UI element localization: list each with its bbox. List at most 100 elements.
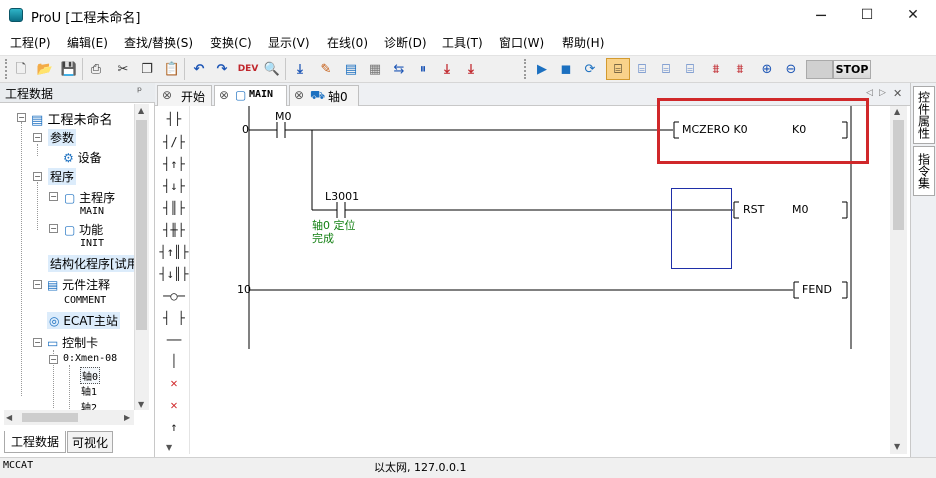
download-red2-icon[interactable]: ⤓ bbox=[461, 59, 481, 79]
redo-icon[interactable]: ↷ bbox=[212, 59, 232, 79]
tab-next-icon[interactable]: ▷ bbox=[879, 88, 886, 98]
grid-icon[interactable]: ▦ bbox=[365, 59, 385, 79]
menu-online[interactable]: 在线(0) bbox=[327, 34, 368, 51]
tools-icon[interactable]: ✎ bbox=[316, 59, 336, 79]
toolbar-grip[interactable] bbox=[5, 59, 8, 79]
scroll-down-arrow-icon[interactable]: ▼ bbox=[894, 442, 900, 451]
toolbar-grip[interactable] bbox=[524, 59, 527, 79]
zoom-in-icon[interactable]: ⊕ bbox=[757, 59, 777, 79]
stop-circle-icon[interactable]: ◼ bbox=[556, 59, 576, 79]
tab-main[interactable]: ⊗ ▢ MAIN bbox=[214, 85, 287, 108]
bottom-tab-visualization[interactable]: 可视化 bbox=[67, 431, 113, 453]
horizontal-line-icon[interactable]: ── bbox=[161, 331, 187, 349]
upload-icon[interactable]: ⤓ bbox=[290, 59, 310, 79]
tree-item-comments[interactable]: ▤ 元件注释 bbox=[47, 276, 110, 293]
expand-toggle[interactable]: − bbox=[33, 280, 42, 289]
find-icon[interactable]: 🔍 bbox=[262, 59, 282, 79]
download-dev-icon[interactable]: DEV bbox=[238, 59, 259, 79]
menu-convert[interactable]: 变换(C) bbox=[210, 34, 252, 51]
save-icon[interactable]: 💾 bbox=[59, 59, 79, 79]
tab-start[interactable]: ⊗ 开始 bbox=[157, 85, 212, 106]
delete-horizontal-icon[interactable]: ✕ bbox=[161, 374, 187, 392]
expand-toggle[interactable]: − bbox=[49, 224, 58, 233]
parallel-contact-icon[interactable]: ┤║├ bbox=[161, 199, 187, 217]
ladder-view-icon[interactable]: ⌸ bbox=[606, 58, 630, 80]
expand-toggle[interactable]: − bbox=[33, 133, 42, 142]
tree-root[interactable]: ▤ 工程未命名 bbox=[31, 109, 112, 128]
minimize-button[interactable]: ─ bbox=[798, 0, 844, 30]
bottom-tab-project-data[interactable]: 工程数据 bbox=[4, 431, 66, 453]
scroll-thumb[interactable] bbox=[893, 120, 904, 230]
ladder-view3-icon[interactable]: ⌸ bbox=[656, 59, 676, 79]
menu-help[interactable]: 帮助(H) bbox=[562, 34, 604, 51]
tree-item-card-0[interactable]: 0:Xmen-08 bbox=[63, 353, 117, 364]
close-icon[interactable]: ⊗ bbox=[294, 88, 304, 102]
no-contact-icon[interactable]: ┤├ bbox=[161, 110, 187, 128]
tree-item-comment[interactable]: COMMENT bbox=[64, 295, 106, 306]
tree-item-params[interactable]: 参数 bbox=[48, 129, 77, 146]
scroll-thumb[interactable] bbox=[22, 413, 78, 422]
stop-button[interactable]: STOP bbox=[833, 60, 871, 79]
tree-item-program[interactable]: 程序 bbox=[48, 168, 77, 185]
expand-toggle[interactable]: − bbox=[49, 355, 58, 364]
ladder-editor[interactable]: 0 M0 MCZERO K0 K0 L3001 轴0 定位 完成 RST M0 … bbox=[191, 98, 890, 454]
undo-icon[interactable]: ↶ bbox=[189, 59, 209, 79]
expand-toggle[interactable]: − bbox=[33, 172, 42, 181]
menu-find-replace[interactable]: 查找/替换(S) bbox=[124, 34, 193, 51]
scroll-up-arrow-icon[interactable]: ▲ bbox=[138, 106, 144, 115]
tree-item-main-program[interactable]: ▢ 主程序 bbox=[64, 189, 115, 206]
maximize-button[interactable]: ☐ bbox=[844, 0, 890, 30]
expand-toggle[interactable]: − bbox=[49, 192, 58, 201]
expand-toggle[interactable]: − bbox=[33, 338, 42, 347]
vertical-line-icon[interactable]: │ bbox=[161, 352, 187, 370]
tree-item-ecat[interactable]: ◎ ECAT主站 bbox=[47, 312, 120, 329]
menu-view[interactable]: 显示(V) bbox=[268, 34, 310, 51]
menu-diagnose[interactable]: 诊断(D) bbox=[384, 34, 427, 51]
tree-item-device[interactable]: ⚙ 设备 bbox=[63, 149, 102, 166]
tab-prev-icon[interactable]: ◁ bbox=[866, 88, 873, 98]
expand-toggle[interactable]: − bbox=[17, 113, 26, 122]
falling-edge-icon[interactable]: ┤↓├ bbox=[161, 177, 187, 195]
scroll-down-arrow-icon[interactable]: ▼ bbox=[138, 400, 144, 409]
download-red-icon[interactable]: ⤓ bbox=[437, 59, 457, 79]
zoom-out-icon[interactable]: ⊖ bbox=[781, 59, 801, 79]
tab-instruction-set[interactable]: 指令集 bbox=[913, 146, 935, 196]
tree-item-axis[interactable]: 轴0 bbox=[80, 367, 101, 384]
cut-icon[interactable]: ✂ bbox=[113, 59, 133, 79]
monitor2-icon[interactable]: ⩩ bbox=[730, 59, 750, 79]
tab-axis0[interactable]: ⊗ ⛟ 轴0 bbox=[289, 85, 359, 106]
tree-item-structured[interactable]: 结构化程序[试用] bbox=[48, 255, 134, 272]
delete-vertical-icon[interactable]: ✕ bbox=[161, 396, 187, 414]
pin-icon[interactable]: ᵖ bbox=[137, 84, 142, 98]
table-icon[interactable]: ▤ bbox=[341, 59, 361, 79]
menu-tools[interactable]: 工具(T) bbox=[442, 34, 483, 51]
monitor-icon[interactable]: ⩩ bbox=[706, 59, 726, 79]
print-icon[interactable]: ⎙ bbox=[86, 59, 106, 79]
coil-icon[interactable]: ─○─ bbox=[161, 287, 187, 305]
menu-window[interactable]: 窗口(W) bbox=[499, 34, 544, 51]
pause-icon[interactable]: ⏸ bbox=[413, 59, 433, 79]
nc-contact-icon[interactable]: ┤/├ bbox=[161, 133, 187, 151]
paste-icon[interactable]: 📋 bbox=[162, 59, 182, 79]
menu-project[interactable]: 工程(P) bbox=[10, 34, 51, 51]
menu-edit[interactable]: 编辑(E) bbox=[67, 34, 108, 51]
edit-cursor[interactable] bbox=[671, 188, 732, 269]
arrow-up-icon[interactable]: ↑ bbox=[161, 418, 187, 436]
rising-edge-icon[interactable]: ┤↑├ bbox=[161, 155, 187, 173]
tree-item-axis[interactable]: 轴1 bbox=[81, 383, 97, 398]
open-folder-icon[interactable]: 📂 bbox=[35, 59, 55, 79]
function-block-icon[interactable]: ┤ ├ bbox=[161, 309, 187, 327]
close-button[interactable]: ✕ bbox=[890, 0, 936, 30]
scroll-thumb[interactable] bbox=[136, 120, 147, 330]
close-all-icon[interactable]: ✕ bbox=[893, 87, 902, 100]
tree-item-main[interactable]: MAIN bbox=[80, 206, 104, 217]
parallel-nc-icon[interactable]: ┤╫├ bbox=[161, 221, 187, 239]
ladder-view2-icon[interactable]: ⌸ bbox=[632, 59, 652, 79]
tab-control-properties[interactable]: 控件属性 bbox=[913, 86, 935, 144]
palette-scroll-down-icon[interactable]: ▼ bbox=[166, 443, 172, 452]
new-file-icon[interactable]: 🗋 bbox=[11, 59, 31, 79]
parallel-falling-icon[interactable]: ┤↓║├ bbox=[160, 265, 189, 283]
run-icon[interactable]: ▶ bbox=[532, 59, 552, 79]
shuffle-icon[interactable]: ⇆ bbox=[389, 59, 409, 79]
tree-item-function[interactable]: ▢ 功能 bbox=[64, 221, 103, 238]
